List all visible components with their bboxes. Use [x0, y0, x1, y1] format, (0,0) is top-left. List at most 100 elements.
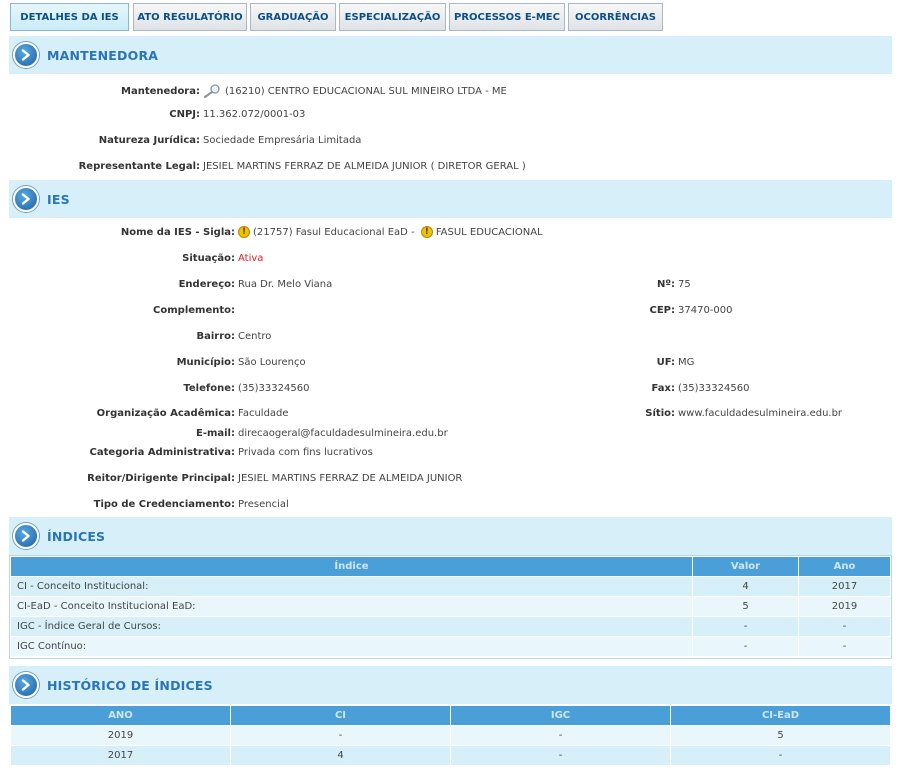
field-label: Fax:: [651, 383, 675, 394]
field-label: Situação:: [182, 253, 235, 264]
table-cell: -: [692, 636, 799, 657]
natureza-row: Natureza Jurídica: Sociedade Empresária …: [0, 133, 900, 149]
section-title: HISTÓRICO DE ÍNDICES: [47, 677, 213, 693]
field-label: Endereço:: [178, 279, 235, 290]
warning-icon[interactable]: !: [420, 226, 433, 238]
warning-icon[interactable]: !: [238, 226, 250, 238]
mantenedora-name: (16210) CENTRO EDUCACIONAL SUL MINEIRO L…: [225, 86, 507, 97]
table-row: IGC Contínuo: - -: [10, 636, 891, 657]
tab-detalhes-da-ies[interactable]: DETALHES DA IES: [10, 3, 129, 31]
fax-value: (35)33324560: [678, 383, 750, 394]
field-label: CNPJ:: [169, 109, 200, 120]
table-cell: -: [798, 636, 891, 657]
field-label: Tipo de Credenciamento:: [93, 499, 235, 510]
natureza-value: Sociedade Empresária Limitada: [203, 135, 362, 146]
column-header-ci: CI: [230, 705, 451, 726]
bairro-value: Centro: [238, 331, 272, 342]
column-header-igc: IGC: [450, 705, 671, 726]
sitio-link[interactable]: www.faculdadesulmineira.edu.br: [678, 406, 842, 422]
categoria-value: Privada com fins lucrativos: [238, 447, 373, 458]
chevron-right-circle-icon[interactable]: [13, 42, 39, 68]
tab-ato-regulatorio[interactable]: ATO REGULATÓRIO: [133, 3, 247, 31]
field-label: Representante Legal:: [78, 161, 200, 172]
table-row: 2019 - - 5: [10, 725, 891, 746]
situacao-status: Ativa: [238, 253, 264, 264]
email-link[interactable]: direcaogeral@faculdadesulmineira.edu.br: [238, 426, 448, 442]
column-header-ano: Ano: [798, 556, 891, 577]
chevron-right-circle-icon[interactable]: [13, 523, 39, 549]
column-header-ci-ead: CI-EaD: [670, 705, 891, 726]
column-header-valor: Valor: [692, 556, 799, 577]
table-cell: -: [450, 725, 671, 746]
ies-section-header[interactable]: IES: [9, 180, 892, 218]
nome-ies-row: Nome da IES - Sigla: ! (21757) Fasul Educ…: [0, 225, 900, 241]
historico-section-header[interactable]: HISTÓRICO DE ÍNDICES: [9, 666, 892, 704]
organizacao-row: Organização Acadêmica: Faculdade Sítio: …: [0, 406, 900, 422]
table-header-row: Índice Valor Ano: [10, 556, 891, 577]
field-label: Município:: [176, 357, 235, 368]
table-cell: -: [670, 745, 891, 766]
section-title: ÍNDICES: [47, 528, 106, 544]
magnifier-icon[interactable]: [202, 84, 222, 98]
categoria-row: Categoria Administrativa: Privada com fi…: [0, 445, 900, 461]
table-cell: -: [692, 616, 799, 637]
indices-table: Índice Valor Ano CI - Conceito Instituci…: [10, 556, 891, 657]
table-cell: -: [798, 616, 891, 637]
tab-ocorrencias[interactable]: OCORRÊNCIAS: [568, 3, 663, 31]
situacao-row: Situação: Ativa: [0, 251, 900, 267]
table-row: CI - Conceito Institucional: 4 2017: [10, 576, 891, 597]
table-cell: 2019: [10, 725, 231, 746]
field-label: Bairro:: [196, 331, 235, 342]
cnpj-row: CNPJ: 11.362.072/0001-03: [0, 107, 900, 123]
field-label: Organização Acadêmica:: [96, 408, 235, 419]
bairro-row: Bairro: Centro: [0, 329, 900, 345]
field-label: Nº:: [656, 279, 675, 290]
chevron-right-circle-icon[interactable]: [13, 186, 39, 212]
ies-name: (21757) Fasul Educacional EaD -: [253, 227, 415, 238]
table-cell: 2017: [798, 576, 891, 597]
endereco-row: Endereço: Rua Dr. Melo Viana Nº: 75: [0, 277, 900, 293]
table-cell: IGC - Índice Geral de Cursos:: [10, 616, 693, 637]
representante-value: JESIEL MARTINS FERRAZ DE ALMEIDA JUNIOR …: [203, 161, 526, 172]
column-header-ano: ANO: [10, 705, 231, 726]
field-label: CEP:: [649, 305, 676, 316]
indices-section-header[interactable]: ÍNDICES: [9, 517, 892, 555]
telefone-value: (35)33324560: [238, 383, 310, 394]
municipio-value: São Lourenço: [238, 357, 306, 368]
mantenedora-row: Mantenedora: (16210) CENTRO EDUCACIONAL …: [0, 84, 900, 100]
field-label: Natureza Jurídica:: [98, 135, 200, 146]
table-cell: 4: [692, 576, 799, 597]
telefone-row: Telefone: (35)33324560 Fax: (35)33324560: [0, 381, 900, 397]
cep-value: 37470-000: [678, 305, 733, 316]
section-title: MANTENEDORA: [47, 47, 159, 63]
tab-especializacao[interactable]: ESPECIALIZAÇÃO: [339, 3, 446, 31]
table-header-row: ANO CI IGC CI-EaD: [10, 705, 891, 726]
field-label: Nome da IES - Sigla:: [120, 227, 235, 238]
field-label: Sítio:: [645, 408, 675, 419]
chevron-right-circle-icon[interactable]: [13, 672, 39, 698]
credenciamento-row: Tipo de Credenciamento: Presencial: [0, 497, 900, 513]
table-cell: IGC Contínuo:: [10, 636, 693, 657]
reitor-row: Reitor/Dirigente Principal: JESIEL MARTI…: [0, 471, 900, 487]
tab-processos-emec[interactable]: PROCESSOS E-MEC: [449, 3, 565, 31]
mantenedora-section-header[interactable]: MANTENEDORA: [9, 36, 892, 74]
reitor-value: JESIEL MARTINS FERRAZ DE ALMEIDA JUNIOR: [238, 473, 463, 484]
table-cell: -: [450, 745, 671, 766]
section-title: IES: [47, 191, 70, 207]
tab-graduacao[interactable]: GRADUAÇÃO: [250, 3, 336, 31]
field-label: Reitor/Dirigente Principal:: [87, 473, 235, 484]
table-cell: 2017: [10, 745, 231, 766]
field-label: Categoria Administrativa:: [89, 447, 235, 458]
email-row: E-mail: direcaogeral@faculdadesulmineira…: [0, 426, 900, 442]
field-value: ! (21757) Fasul Educacional EaD - ! FASUL …: [238, 225, 543, 241]
organizacao-value: Faculdade: [238, 408, 289, 419]
table-cell: 5: [692, 596, 799, 617]
field-label: E-mail:: [195, 428, 235, 439]
table-cell: 2019: [798, 596, 891, 617]
column-header-indice: Índice: [10, 556, 693, 577]
field-label: Mantenedora:: [121, 86, 200, 97]
field-value: (16210) CENTRO EDUCACIONAL SUL MINEIRO L…: [202, 84, 507, 100]
cnpj-value: 11.362.072/0001-03: [203, 109, 306, 120]
historico-table: ANO CI IGC CI-EaD 2019 - - 5 2017 4 - -: [10, 705, 891, 766]
table-row: IGC - Índice Geral de Cursos: - -: [10, 616, 891, 637]
